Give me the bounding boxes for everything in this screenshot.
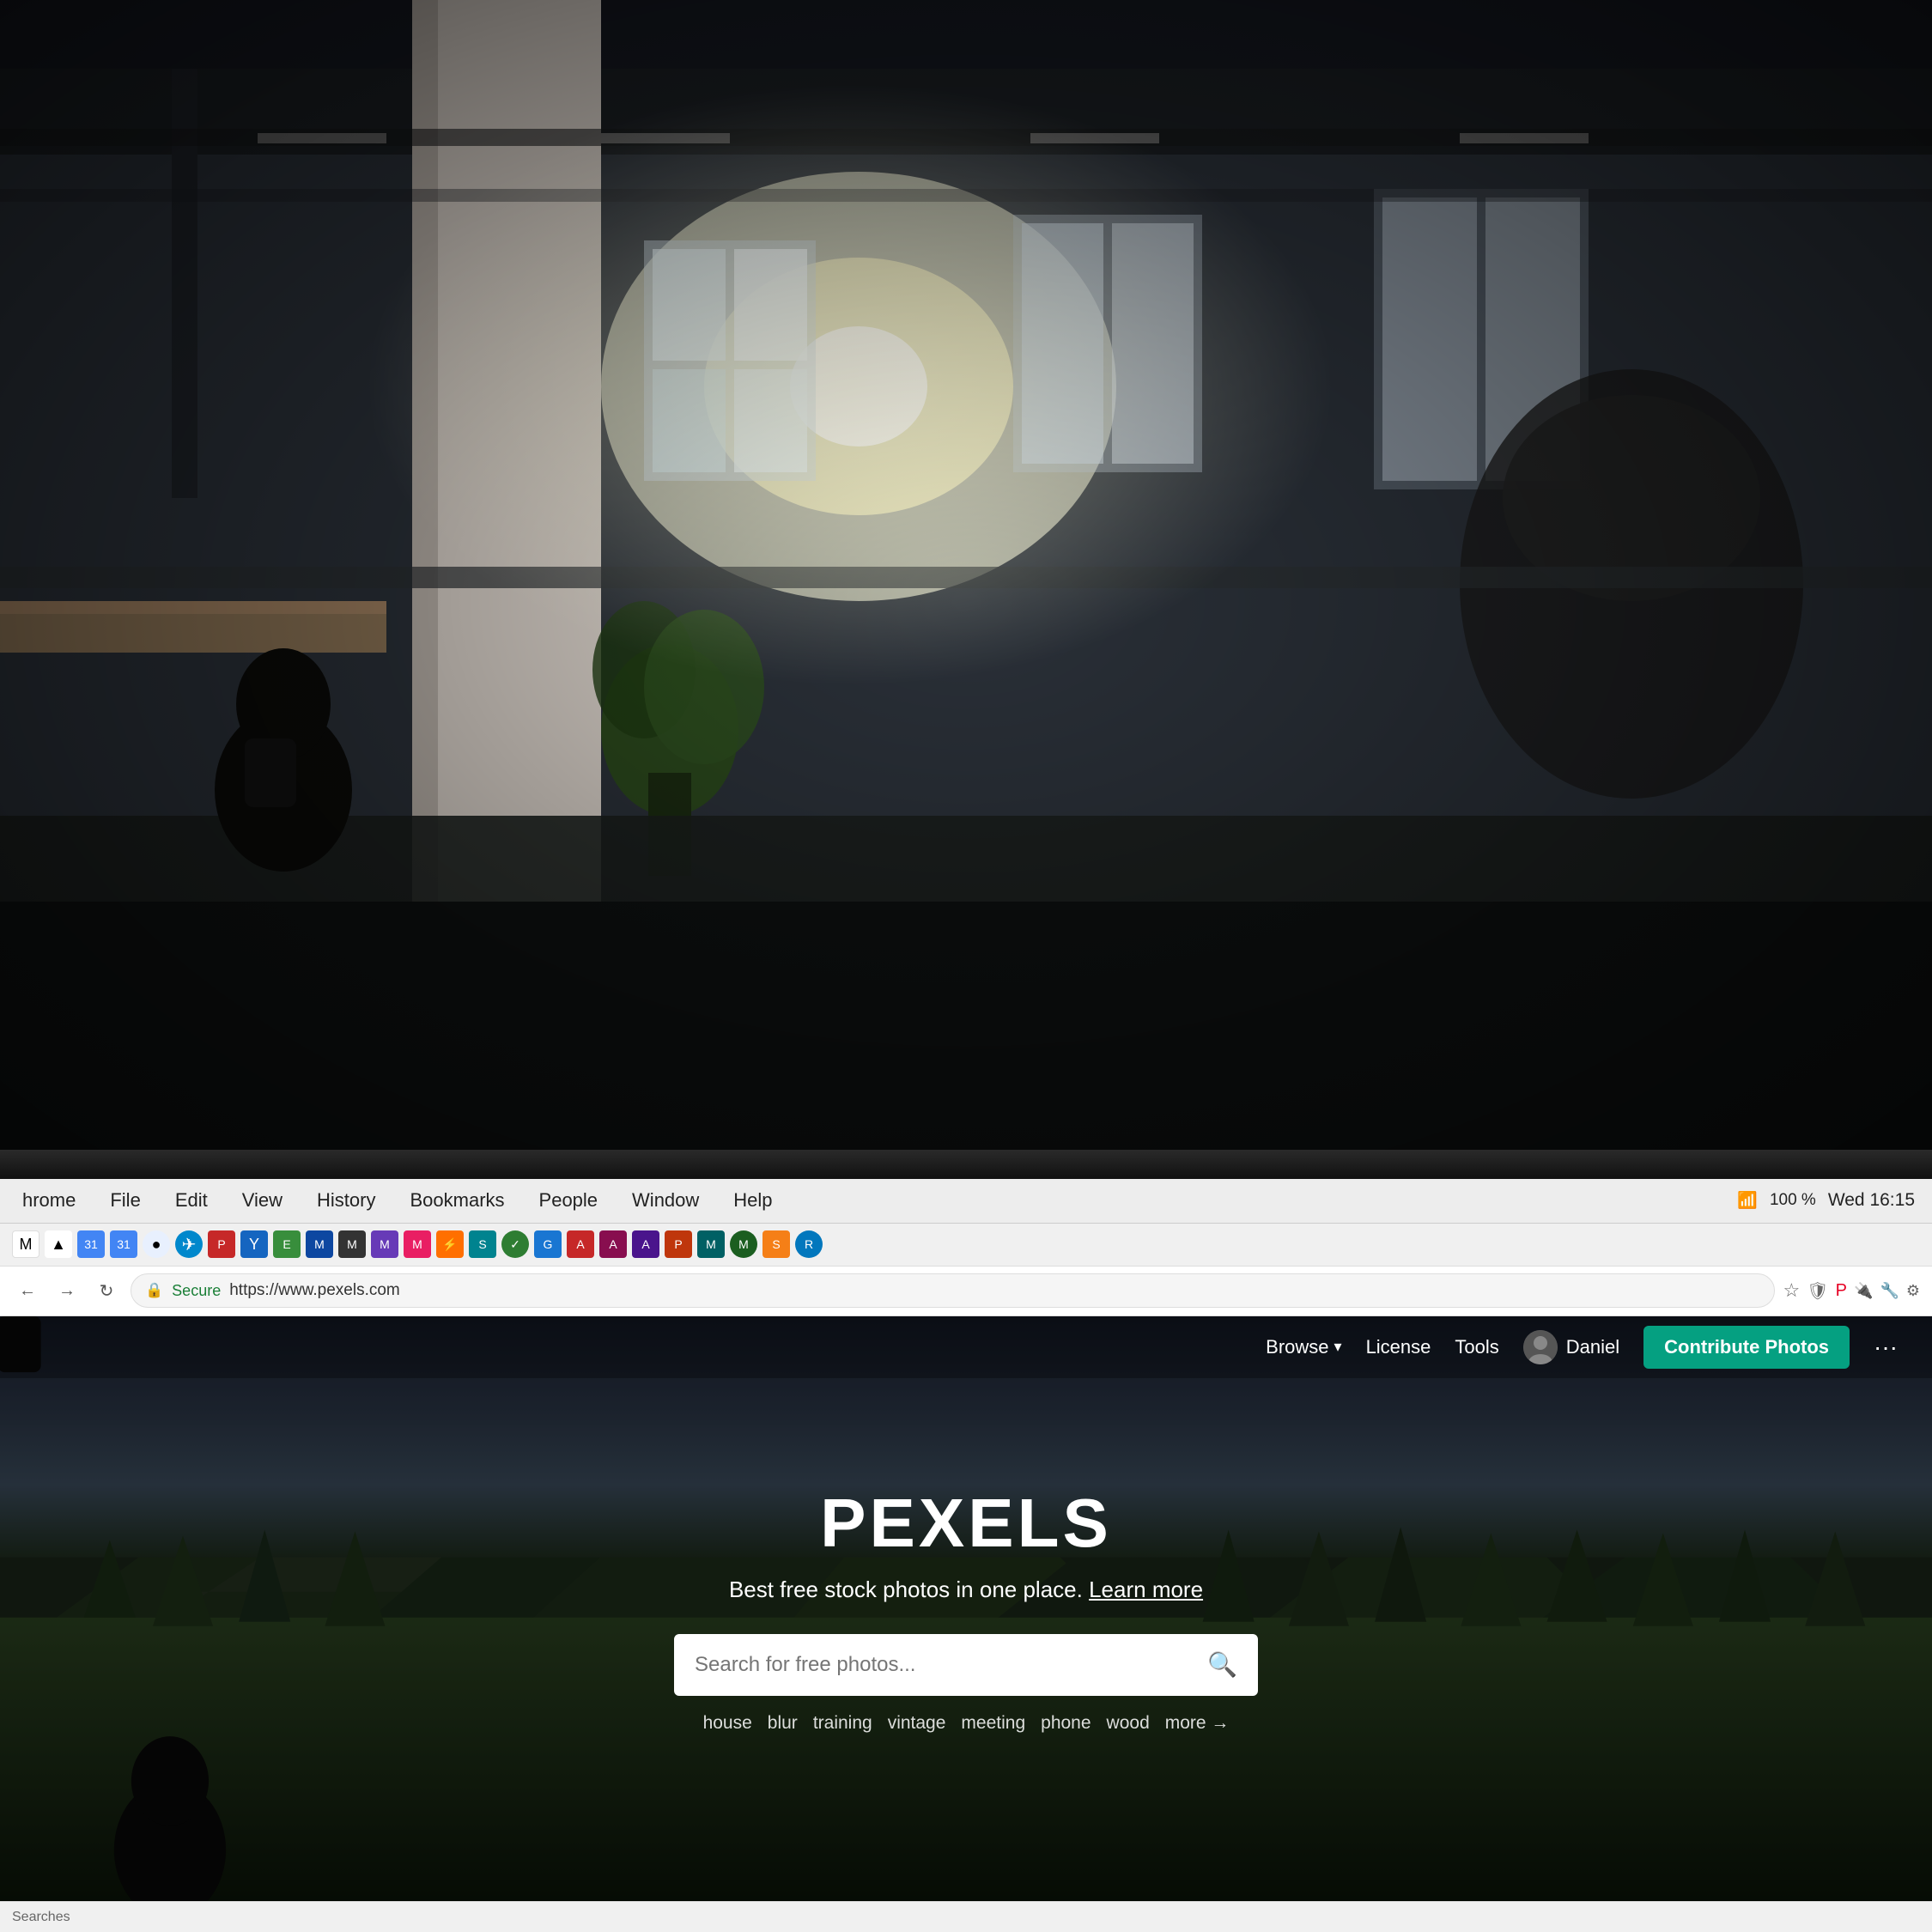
tag-more[interactable]: more → — [1165, 1713, 1230, 1734]
extension-icon-3[interactable]: ⚙ — [1906, 1282, 1920, 1300]
ext1-icon[interactable]: ● — [143, 1230, 170, 1258]
hero-subtitle: Best free stock photos in one place. Lea… — [597, 1577, 1335, 1603]
url-bar[interactable]: 🔒 Secure https://www.pexels.com — [131, 1273, 1775, 1308]
status-bar: Searches — [0, 1901, 1932, 1932]
ext10-icon[interactable]: S — [469, 1230, 496, 1258]
menu-view[interactable]: View — [237, 1186, 288, 1215]
calendar-icon[interactable]: 31 — [77, 1230, 105, 1258]
ext20-icon[interactable]: R — [795, 1230, 823, 1258]
clock: Wed 16:15 — [1828, 1190, 1915, 1211]
search-icon[interactable]: 🔍 — [1207, 1650, 1237, 1679]
url-text: https://www.pexels.com — [229, 1281, 400, 1300]
ext16-icon[interactable]: P — [665, 1230, 692, 1258]
browser-window: hrome File Edit View History Bookmarks P… — [0, 1179, 1932, 1932]
learn-more-link[interactable]: Learn more — [1089, 1577, 1203, 1602]
gmail-icon[interactable]: M — [12, 1230, 39, 1258]
tag-meeting[interactable]: meeting — [961, 1713, 1025, 1734]
ext5-icon[interactable]: M — [306, 1230, 333, 1258]
user-section: Daniel — [1523, 1330, 1619, 1364]
refresh-button[interactable]: ↻ — [91, 1275, 122, 1306]
ext12-icon[interactable]: G — [534, 1230, 562, 1258]
website-content: Browse ▾ License Tools Dani — [0, 1316, 1932, 1902]
search-tags: house blur training vintage meeting phon… — [597, 1713, 1335, 1734]
ext2-icon[interactable]: P — [208, 1230, 235, 1258]
telegram-icon[interactable]: ✈ — [175, 1230, 203, 1258]
mac-menubar: hrome File Edit View History Bookmarks P… — [0, 1179, 1932, 1224]
app-name[interactable]: hrome — [17, 1186, 81, 1215]
user-avatar[interactable] — [1523, 1330, 1558, 1364]
menu-history[interactable]: History — [312, 1186, 380, 1215]
tools-link[interactable]: Tools — [1455, 1336, 1498, 1358]
ext13-icon[interactable]: A — [567, 1230, 594, 1258]
status-text: Searches — [12, 1910, 70, 1925]
pexels-logo: PEXELS — [597, 1484, 1335, 1563]
address-bar: ← → ↻ 🔒 Secure https://www.pexels.com ☆ … — [0, 1267, 1932, 1316]
address-right-icons: ☆ 🛡 P 🔌 🔧 ⚙ — [1783, 1279, 1920, 1302]
menu-file[interactable]: File — [105, 1186, 145, 1215]
user-name: Daniel — [1566, 1336, 1619, 1358]
ext7-icon[interactable]: M — [371, 1230, 398, 1258]
ext6-icon[interactable]: M — [338, 1230, 366, 1258]
menu-bookmarks[interactable]: Bookmarks — [404, 1186, 509, 1215]
secure-icon: 🔒 — [145, 1282, 163, 1299]
ext19-icon[interactable]: S — [762, 1230, 790, 1258]
ext18-icon[interactable]: M — [730, 1230, 757, 1258]
pexels-nav: Browse ▾ License Tools Dani — [0, 1316, 1932, 1378]
tag-vintage[interactable]: vintage — [888, 1713, 946, 1734]
pinterest-icon[interactable]: P — [1836, 1281, 1847, 1301]
google-drive-icon[interactable]: ▲ — [45, 1230, 72, 1258]
contribute-photos-button[interactable]: Contribute Photos — [1643, 1326, 1850, 1369]
browse-chevron-icon: ▾ — [1334, 1338, 1342, 1356]
shield-icon[interactable]: 🛡 — [1807, 1280, 1828, 1302]
menu-window[interactable]: Window — [627, 1186, 704, 1215]
ext11-icon[interactable]: ✓ — [501, 1230, 529, 1258]
battery-icon: 100 % — [1770, 1191, 1816, 1210]
ext3-icon[interactable]: Y — [240, 1230, 268, 1258]
extension-icon-2[interactable]: 🔧 — [1880, 1282, 1899, 1300]
browse-link[interactable]: Browse ▾ — [1266, 1336, 1341, 1358]
forward-button[interactable]: → — [52, 1275, 82, 1306]
menu-help[interactable]: Help — [728, 1186, 777, 1215]
system-icons: 📶 100 % Wed 16:15 — [1737, 1190, 1915, 1211]
menu-edit[interactable]: Edit — [170, 1186, 213, 1215]
tag-training[interactable]: training — [813, 1713, 872, 1734]
more-options-icon[interactable]: ··· — [1874, 1334, 1898, 1361]
nav-right: Browse ▾ License Tools Dani — [1266, 1326, 1898, 1369]
tag-phone[interactable]: phone — [1041, 1713, 1091, 1734]
bookmark-star-icon[interactable]: ☆ — [1783, 1279, 1801, 1302]
search-bar[interactable]: 🔍 — [674, 1634, 1258, 1696]
ext9-icon[interactable]: ⚡ — [436, 1230, 464, 1258]
ext15-icon[interactable]: A — [632, 1230, 659, 1258]
search-input[interactable] — [695, 1653, 1195, 1677]
license-link[interactable]: License — [1366, 1336, 1431, 1358]
secure-label: Secure — [172, 1282, 221, 1300]
ext17-icon[interactable]: M — [697, 1230, 725, 1258]
extension-icon-1[interactable]: 🔌 — [1854, 1282, 1873, 1300]
hero-content: PEXELS Best free stock photos in one pla… — [597, 1484, 1335, 1734]
pexels-hero: PEXELS Best free stock photos in one pla… — [0, 1316, 1932, 1902]
extensions-strip: M ▲ 31 31 ● ✈ P Y E M M M M ⚡ S ✓ G A A … — [0, 1224, 1932, 1267]
back-button[interactable]: ← — [12, 1275, 43, 1306]
calendar2-icon[interactable]: 31 — [110, 1230, 137, 1258]
ext8-icon[interactable]: M — [404, 1230, 431, 1258]
ext14-icon[interactable]: A — [599, 1230, 627, 1258]
tag-wood[interactable]: wood — [1107, 1713, 1150, 1734]
wifi-icon: 📶 — [1737, 1190, 1758, 1211]
menu-people[interactable]: People — [534, 1186, 604, 1215]
tag-blur[interactable]: blur — [768, 1713, 798, 1734]
tag-house[interactable]: house — [703, 1713, 752, 1734]
ext4-icon[interactable]: E — [273, 1230, 301, 1258]
